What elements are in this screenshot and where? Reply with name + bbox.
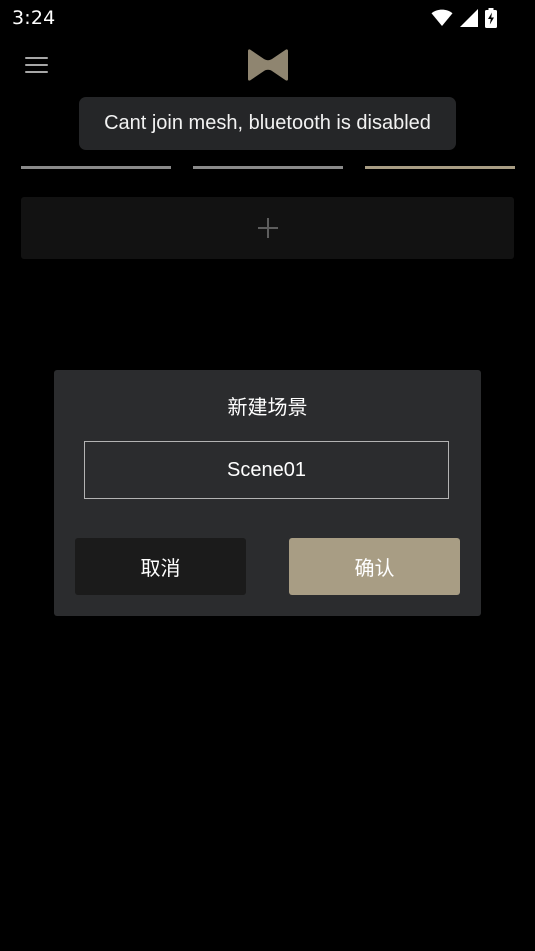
battery-charging-icon <box>485 8 497 28</box>
wifi-icon <box>431 9 453 26</box>
tab-indicator-3-active[interactable] <box>365 166 515 169</box>
status-time: 3:24 <box>12 7 56 29</box>
status-bar: 3:24 <box>0 0 535 36</box>
tab-indicator-2[interactable] <box>193 166 343 169</box>
add-scene-button[interactable] <box>21 197 514 259</box>
tab-indicator-1[interactable] <box>21 166 171 169</box>
plus-icon <box>257 218 278 238</box>
scene-name-input[interactable] <box>84 441 449 499</box>
toast-message: Cant join mesh, bluetooth is disabled <box>79 97 456 150</box>
cellular-signal-icon <box>460 9 478 27</box>
brand-logo-icon <box>248 49 288 81</box>
hamburger-menu-icon[interactable] <box>22 50 52 80</box>
dialog-title: 新建场景 <box>227 395 308 419</box>
confirm-button[interactable]: 确认 <box>289 538 460 595</box>
cancel-button[interactable]: 取消 <box>75 538 246 595</box>
status-icons <box>431 8 497 28</box>
new-scene-dialog: 新建场景 取消 确认 <box>54 370 481 616</box>
